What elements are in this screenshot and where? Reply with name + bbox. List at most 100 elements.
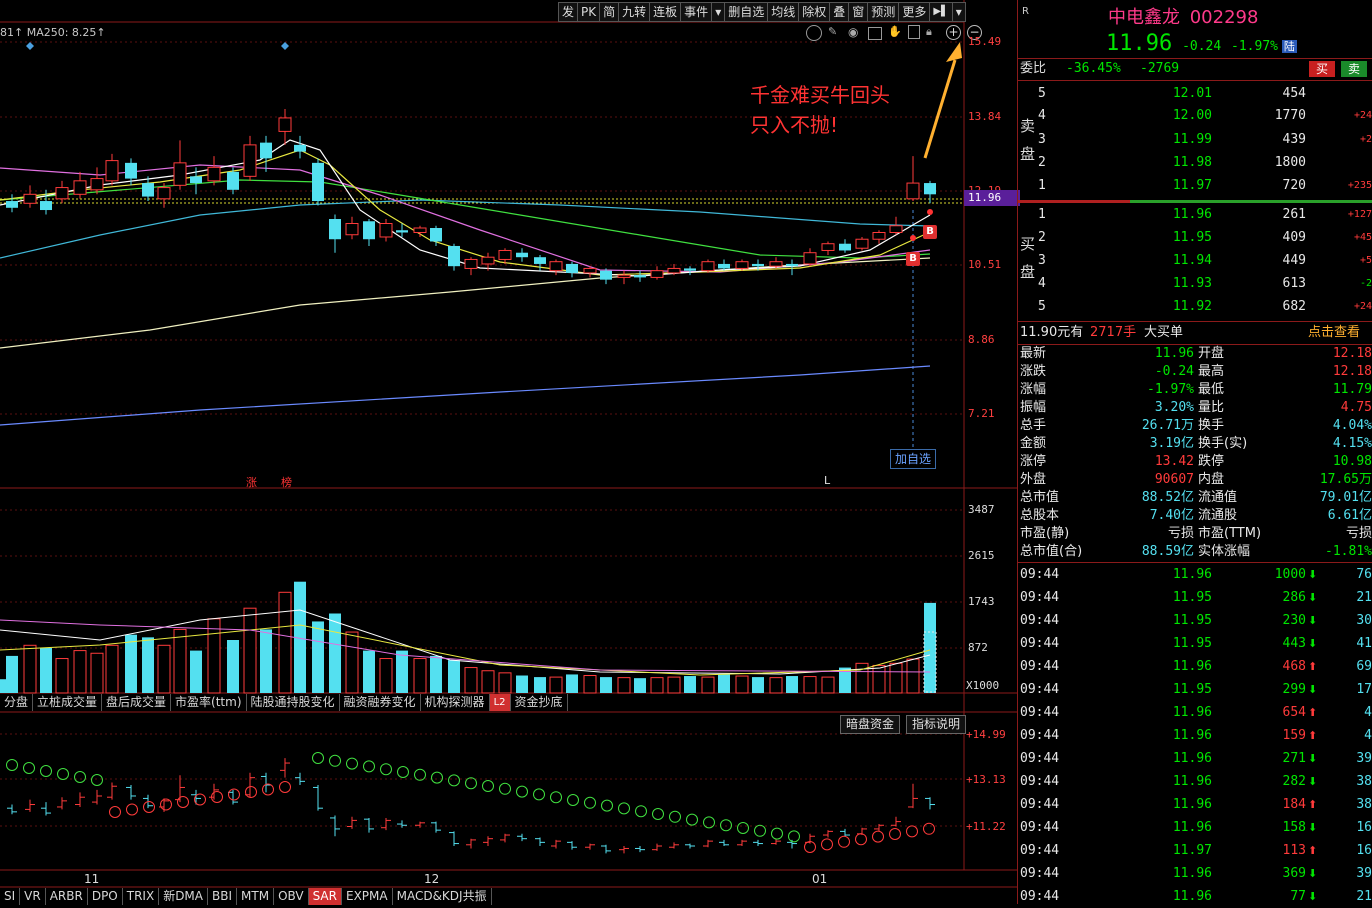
- stat-row: 涨停 13.42 跌停 10.98: [1020, 454, 1372, 469]
- copy-icon[interactable]: [908, 25, 920, 39]
- arrow-down-icon: ⬇: [1308, 637, 1318, 650]
- bid-level-4[interactable]: 4 11.93 613 -2: [1018, 275, 1372, 293]
- lock-icon[interactable]: 🔒︎: [926, 25, 940, 39]
- ask-level-3[interactable]: 3 11.99 439 +2: [1018, 131, 1372, 149]
- trade-row: 09:44 11.95 230 ⬇ 30: [1018, 609, 1372, 632]
- ask-level-2[interactable]: 2 11.98 1800: [1018, 154, 1372, 172]
- buy-button[interactable]: 买: [1309, 61, 1335, 77]
- x-axis-label: 11: [84, 872, 100, 886]
- tab-bottom-11[interactable]: MACD&KDJ共振: [392, 888, 492, 905]
- tab-mid-3[interactable]: 市盈率(ttm): [171, 694, 247, 711]
- bid-ratio-bar: [1130, 200, 1372, 203]
- price-axis-label: 8.86: [968, 333, 995, 346]
- toolbar-btn-5[interactable]: 事件: [680, 2, 712, 22]
- tab-mid-2[interactable]: 盘后成交量: [102, 694, 172, 711]
- bid-level-3[interactable]: 3 11.94 449 +5: [1018, 252, 1372, 270]
- bag-icon[interactable]: [868, 27, 882, 40]
- toolbar-btn-1[interactable]: PK: [577, 2, 600, 22]
- indicator-help-button[interactable]: 指标说明: [906, 715, 967, 734]
- tab-bottom-5[interactable]: 新DMA: [159, 888, 208, 905]
- ask-level-4[interactable]: 4 12.00 1770 +24: [1018, 107, 1372, 125]
- trade-row: 09:44 11.95 299 ⬇ 17: [1018, 678, 1372, 701]
- stat-row: 最新 11.96 开盘 12.18: [1020, 346, 1372, 361]
- sell-button[interactable]: 卖: [1341, 61, 1367, 77]
- stock-name: 中电鑫龙: [1108, 7, 1180, 28]
- trade-row: 09:44 11.96 468 ⬆ 69: [1018, 655, 1372, 678]
- eye-icon[interactable]: ◉: [848, 25, 862, 39]
- arrow-down-icon: ⬇: [1308, 867, 1318, 880]
- stat-row: 金额 3.19亿 换手(实) 4.15%: [1020, 436, 1372, 451]
- buy-signal-badge[interactable]: B: [923, 225, 937, 239]
- tab-bottom-4[interactable]: TRIX: [122, 888, 160, 905]
- toolbar-btn-0[interactable]: 发: [558, 2, 578, 22]
- tab-mid-6[interactable]: 机构探测器: [420, 694, 490, 711]
- tab-bottom-2[interactable]: ARBR: [45, 888, 88, 905]
- arrow-down-icon: ⬇: [1308, 568, 1318, 581]
- x-axis-label: 01: [812, 872, 828, 886]
- tab-bottom-1[interactable]: VR: [20, 888, 46, 905]
- toolbar-btn-12[interactable]: 更多: [898, 2, 930, 22]
- hand-icon[interactable]: ✋: [888, 25, 902, 39]
- dark-pool-funds-button[interactable]: 暗盘资金: [840, 715, 901, 734]
- add-watchlist-button[interactable]: 加自选: [890, 449, 937, 469]
- dropdown-icon[interactable]: ▾: [711, 2, 725, 22]
- tab-mid-4[interactable]: 陆股通持股变化: [246, 694, 340, 711]
- stat-row: 市盈(静) 亏损 市盈(TTM) 亏损: [1020, 526, 1372, 541]
- bid-level-1[interactable]: 1 11.96 261 +127: [1018, 206, 1372, 224]
- view-big-order-link[interactable]: 点击查看: [1308, 322, 1360, 344]
- tab-mid-7[interactable]: 资金抄底: [510, 694, 568, 711]
- big-order-row[interactable]: 11.90元有 2717手 大买单 点击查看: [1018, 322, 1372, 344]
- gear-icon[interactable]: [806, 25, 822, 41]
- tab-mid-0[interactable]: 分盘: [0, 694, 34, 711]
- chart-area[interactable]: 发 PK 简九转 连板 事件 ▾ 删自选 均线 除权叠窗预测 更多 ▶▌ ▾ 81↑ MA250: 8…: [0, 0, 1020, 905]
- toolbar-btn-2[interactable]: 简: [599, 2, 619, 22]
- l-marker[interactable]: L: [824, 474, 830, 487]
- indicator-buttons: 暗盘资金 指标说明: [840, 715, 967, 734]
- indicator-axis-label: +11.22: [966, 820, 1006, 833]
- limit-up-marker[interactable]: 涨: [246, 474, 257, 490]
- trade-row: 09:44 11.96 1000 ⬇ 76: [1018, 563, 1372, 586]
- arrow-up-icon: ⬆: [1308, 706, 1318, 719]
- toolbar-btn-7[interactable]: 均线: [767, 2, 799, 22]
- buy-signal-badge[interactable]: B: [906, 252, 920, 266]
- toolbar-btn-8[interactable]: 除权: [798, 2, 830, 22]
- ask-level-5[interactable]: 5 12.01 454: [1018, 85, 1372, 103]
- ask-level-1[interactable]: 1 11.97 720 +235: [1018, 177, 1372, 195]
- stock-price: 11.96: [1106, 31, 1173, 56]
- bid-level-2[interactable]: 2 11.95 409 +45: [1018, 229, 1372, 247]
- chart-toolbar: 发 PK 简九转 连板 事件 ▾ 删自选 均线 除权叠窗预测 更多 ▶▌ ▾: [558, 2, 966, 22]
- toolbar-btn-4[interactable]: 连板: [649, 2, 681, 22]
- arrow-up-icon: ⬆: [1308, 798, 1318, 811]
- tab-bottom-9[interactable]: SAR: [308, 888, 342, 905]
- tab-bottom-0[interactable]: SI: [0, 888, 21, 905]
- zoom-in-icon[interactable]: +: [946, 25, 961, 40]
- pen-icon[interactable]: ✎: [828, 25, 842, 39]
- hk-connect-badge: 陆: [1281, 40, 1297, 53]
- tab-bottom-8[interactable]: OBV: [274, 888, 309, 905]
- arrow-down-icon: ⬇: [1308, 775, 1318, 788]
- toolbar-btn-11[interactable]: 预测: [867, 2, 899, 22]
- toolbar-btn-9[interactable]: 叠: [829, 2, 849, 22]
- trade-row: 09:44 11.96 271 ⬇ 39: [1018, 747, 1372, 770]
- toolbar-btn-10[interactable]: 窗: [848, 2, 868, 22]
- arrow-up-icon: ⬆: [1308, 729, 1318, 742]
- tab-bottom-6[interactable]: BBI: [208, 888, 238, 905]
- menu-arrow-icon[interactable]: ▾: [951, 2, 966, 22]
- tab-bottom-7[interactable]: MTM: [237, 888, 275, 905]
- volume-axis-label: 3487: [968, 503, 995, 516]
- x-axis-label: 12: [424, 872, 440, 886]
- tab-bottom-3[interactable]: DPO: [87, 888, 123, 905]
- tab-mid-5[interactable]: 融资融券变化: [339, 694, 421, 711]
- ask-ratio-bar: [1018, 200, 1130, 203]
- toolbar-btn-3[interactable]: 九转: [618, 2, 650, 22]
- stock-title: 中电鑫龙 002298: [1108, 3, 1258, 29]
- tab-mid-1[interactable]: 立桩成交量: [33, 694, 103, 711]
- next-icon[interactable]: ▶▌: [929, 2, 952, 22]
- toolbar-btn-6[interactable]: 删自选: [724, 2, 768, 22]
- bid-level-5[interactable]: 5 11.92 682 +24: [1018, 298, 1372, 316]
- sar-indicator: [6, 752, 935, 854]
- dragon-list-marker[interactable]: 榜: [281, 474, 292, 490]
- trade-row: 09:44 11.96 369 ⬇ 39: [1018, 862, 1372, 885]
- tab-bottom-10[interactable]: EXPMA: [341, 888, 393, 905]
- trade-row: 09:44 11.95 286 ⬇ 21: [1018, 586, 1372, 609]
